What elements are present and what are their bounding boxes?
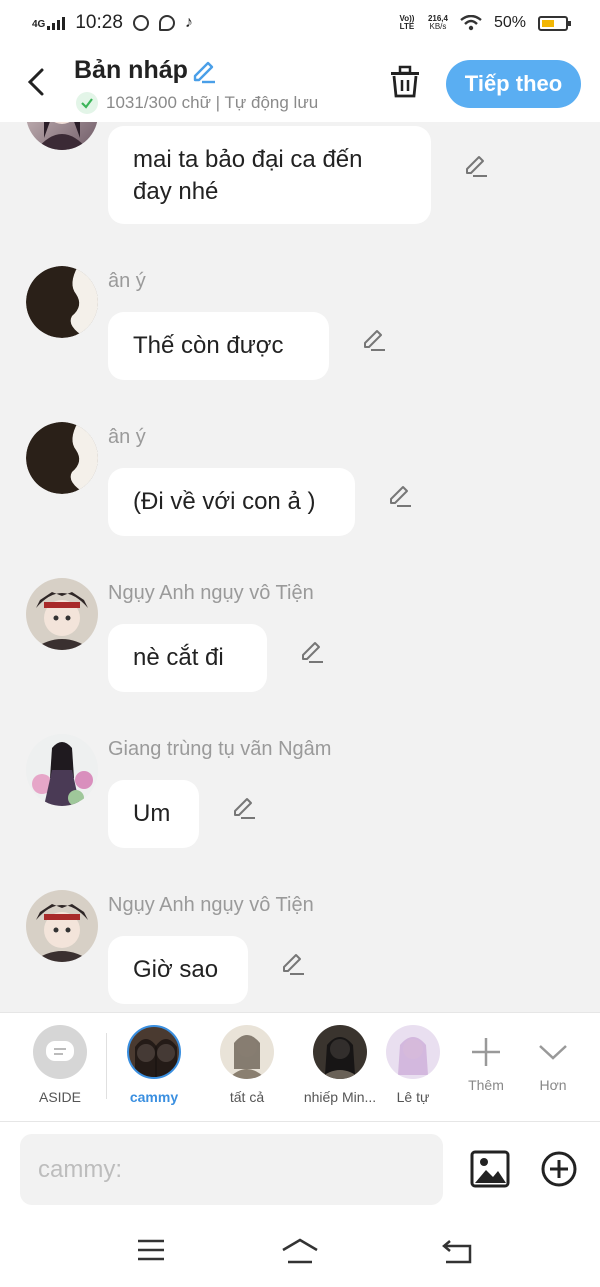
message-composer	[0, 1122, 600, 1217]
avatar[interactable]	[26, 266, 98, 338]
message-bubble[interactable]: Giờ sao	[108, 936, 248, 1004]
message-bubble[interactable]: (Đi về với con ả )	[108, 468, 355, 536]
character-cammy[interactable]: cammy	[112, 1025, 196, 1105]
avatar[interactable]	[26, 890, 98, 962]
sender-name: ân ý	[108, 426, 146, 448]
app-header: Bản nháp 1031/300 chữ | Tự động lưu Tiếp…	[0, 46, 600, 122]
edit-message-icon[interactable]	[386, 482, 414, 510]
messenger-notification-icon	[158, 15, 175, 31]
avatar[interactable]	[26, 578, 98, 650]
character-le-tu[interactable]: Lê tự	[382, 1025, 444, 1105]
tiktok-notification-icon: ♪	[184, 14, 193, 31]
network-type: 4G	[32, 19, 46, 30]
battery-icon	[538, 15, 571, 31]
back-icon[interactable]	[440, 1237, 474, 1265]
character-selector: ASIDE cammy tất cả nhiếp Min... Lê tự Th…	[0, 1012, 600, 1122]
message-bubble[interactable]: Thế còn được	[108, 312, 329, 380]
trash-icon[interactable]	[388, 64, 422, 100]
battery-level: 50%	[493, 14, 526, 31]
home-icon[interactable]	[280, 1237, 320, 1265]
network-speed: 216,4 KB/s	[427, 14, 448, 31]
volte-indicator: Vo)) LTE	[399, 14, 415, 31]
edit-title-icon[interactable]	[190, 58, 218, 86]
next-button[interactable]: Tiếp theo	[446, 60, 581, 108]
chat-area[interactable]: mai ta bảo đại ca đến đay nhé ân ý Thế c…	[0, 122, 600, 1012]
avatar	[220, 1025, 274, 1079]
system-nav-bar	[0, 1217, 600, 1287]
character-tat-ca[interactable]: tất cả	[205, 1025, 289, 1105]
chrome-notification-icon	[132, 15, 149, 31]
edit-message-icon[interactable]	[298, 638, 326, 666]
aside-icon	[33, 1025, 87, 1079]
sender-name: Ngụy Anh ngụy vô Tiện	[108, 582, 314, 604]
expand-button[interactable]: Hơn	[511, 1025, 595, 1105]
sender-name: Giang trùng tụ vãn Ngâm	[108, 738, 332, 760]
check-icon	[76, 92, 98, 114]
word-count-status: 1031/300 chữ | Tự động lưu	[106, 93, 319, 112]
character-aside[interactable]: ASIDE	[18, 1025, 102, 1105]
avatar	[127, 1025, 181, 1079]
message-bubble[interactable]: Um	[108, 780, 199, 848]
avatar[interactable]	[26, 734, 98, 806]
status-bar: 4G 10:28 ♪ Vo)) LTE 216,4 KB/s 50%	[0, 0, 600, 46]
wifi-icon	[460, 15, 482, 31]
edit-message-icon[interactable]	[279, 950, 307, 978]
message-input[interactable]	[20, 1134, 443, 1205]
page-title: Bản nháp	[74, 56, 188, 84]
message-bubble[interactable]: nè cắt đi	[108, 624, 267, 692]
add-circle-icon[interactable]	[540, 1150, 578, 1188]
edit-message-icon[interactable]	[462, 152, 490, 180]
avatar	[313, 1025, 367, 1079]
back-arrow-icon[interactable]	[22, 64, 52, 100]
image-icon[interactable]	[470, 1150, 510, 1188]
signal-icon	[47, 16, 66, 30]
signal-indicator: 4G	[32, 16, 66, 30]
avatar[interactable]	[26, 422, 98, 494]
edit-message-icon[interactable]	[360, 326, 388, 354]
character-nhiep-minh[interactable]: nhiếp Min...	[298, 1025, 382, 1105]
sender-name: ân ý	[108, 270, 146, 292]
menu-icon[interactable]	[136, 1237, 166, 1263]
edit-message-icon[interactable]	[230, 794, 258, 822]
avatar	[386, 1025, 440, 1079]
sender-name: Ngụy Anh ngụy vô Tiện	[108, 894, 314, 916]
avatar[interactable]	[26, 122, 98, 150]
clock: 10:28	[75, 12, 123, 33]
draft-status: 1031/300 chữ | Tự động lưu	[76, 92, 318, 114]
divider	[106, 1033, 107, 1099]
chevron-down-icon	[511, 1025, 595, 1079]
message-bubble[interactable]: mai ta bảo đại ca đến đay nhé	[108, 126, 431, 224]
